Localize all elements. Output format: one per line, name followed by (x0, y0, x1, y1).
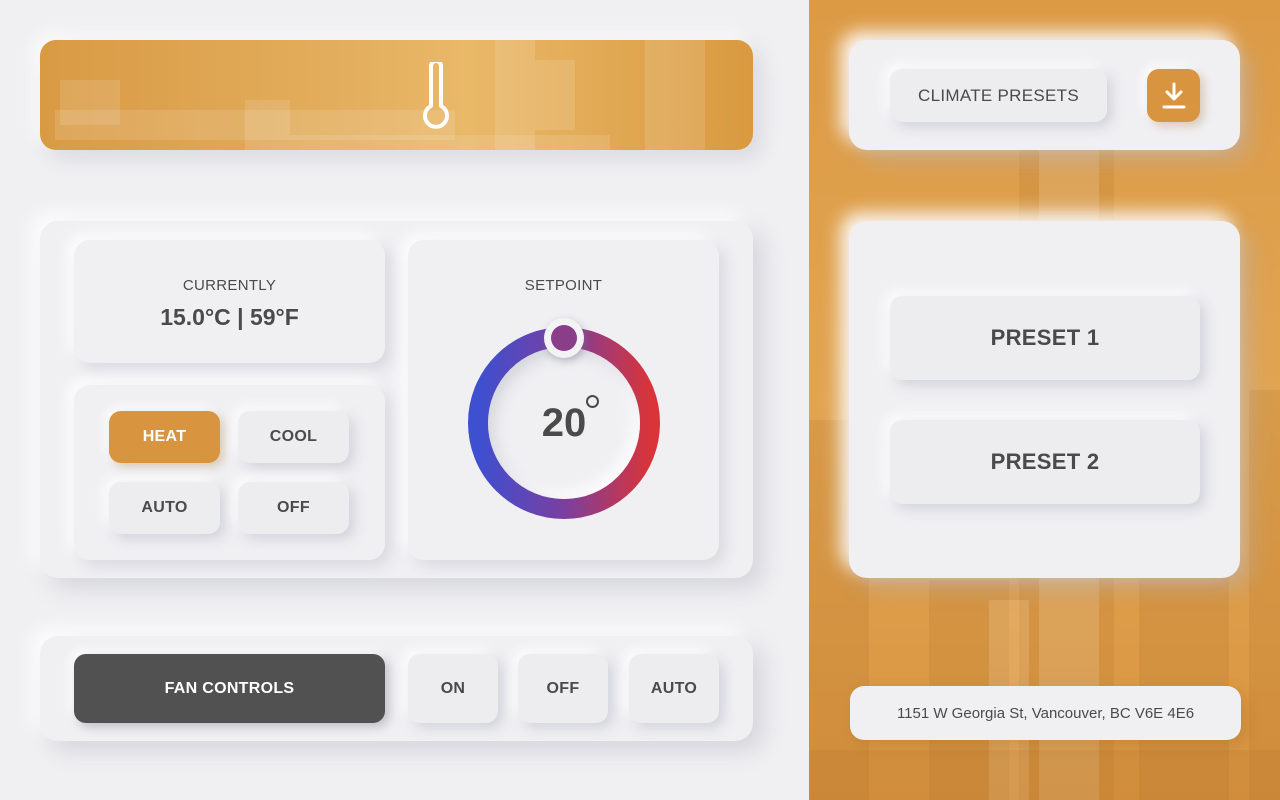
header-banner-image (40, 40, 753, 150)
off-mode-button[interactable]: OFF (238, 482, 349, 534)
setpoint-label: SETPOINT (524, 277, 603, 294)
auto-mode-button[interactable]: AUTO (109, 482, 220, 534)
fan-auto-button[interactable]: AUTO (629, 654, 719, 723)
cool-mode-button[interactable]: COOL (238, 411, 349, 463)
fan-controls-button[interactable]: FAN CONTROLS (74, 654, 385, 723)
heat-mode-button[interactable]: HEAT (109, 411, 220, 463)
climate-presets-button[interactable]: CLIMATE PRESETS (890, 69, 1107, 122)
address-label: 1151 W Georgia St, Vancouver, BC V6E 4E6 (850, 686, 1241, 740)
dial-knob-handle[interactable] (544, 318, 584, 358)
fan-off-button[interactable]: OFF (518, 654, 608, 723)
current-temperature-card: CURRENTLY 15.0°C | 59°F (74, 240, 385, 363)
fan-on-button[interactable]: ON (408, 654, 498, 723)
download-icon (1162, 82, 1185, 108)
thermometer-icon (423, 62, 449, 129)
download-button[interactable] (1147, 69, 1200, 122)
current-label: CURRENTLY (182, 277, 277, 294)
preset-1-button[interactable]: PRESET 1 (890, 296, 1200, 380)
presets-panel (849, 221, 1240, 578)
preset-2-button[interactable]: PRESET 2 (890, 420, 1200, 504)
current-reading: 15.0°C | 59°F (160, 304, 299, 330)
degree-symbol (586, 395, 599, 408)
